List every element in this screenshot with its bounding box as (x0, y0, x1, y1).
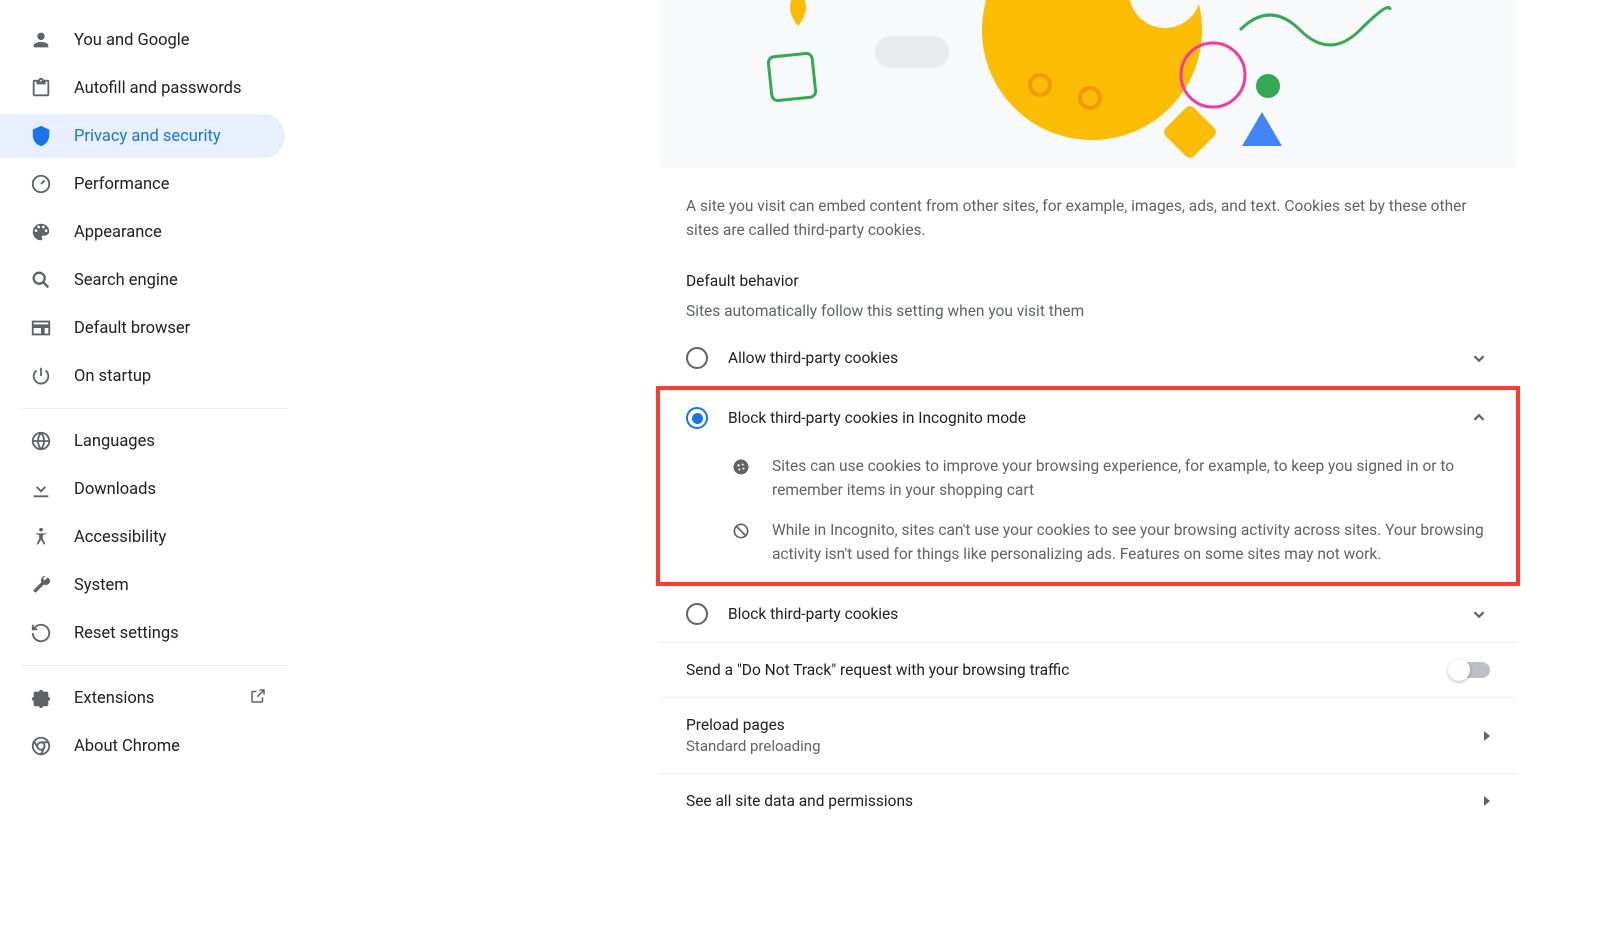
chrome-icon (30, 735, 52, 757)
dnt-toggle[interactable] (1450, 662, 1490, 678)
sidebar-item-label: Extensions (74, 689, 154, 708)
extension-icon (30, 687, 52, 709)
sidebar-item-performance[interactable]: Performance (0, 162, 285, 206)
preload-row[interactable]: Preload pages Standard preloading (660, 697, 1516, 773)
dnt-label: Send a "Do Not Track" request with your … (686, 661, 1450, 679)
restore-icon (30, 622, 52, 644)
sidebar-item-you-and-google[interactable]: You and Google (0, 18, 285, 62)
sidebar-item-label: Reset settings (74, 624, 179, 643)
option-allow-third-party[interactable]: Allow third-party cookies (660, 330, 1516, 386)
block-icon (730, 520, 752, 542)
sidebar-item-about-chrome[interactable]: About Chrome (0, 724, 285, 768)
sidebar-item-privacy-security[interactable]: Privacy and security (0, 114, 285, 158)
sidebar-item-label: About Chrome (74, 737, 180, 756)
sidebar-item-system[interactable]: System (0, 563, 285, 607)
wrench-icon (30, 574, 52, 596)
power-icon (30, 365, 52, 387)
option-label: Block third-party cookies (728, 605, 898, 623)
preload-title: Preload pages (686, 716, 1484, 734)
globe-icon (30, 430, 52, 452)
preload-sub: Standard preloading (686, 737, 1484, 755)
dnt-row[interactable]: Send a "Do Not Track" request with your … (660, 642, 1516, 697)
sidebar-item-label: Autofill and passwords (74, 79, 242, 98)
option-block-third-party[interactable]: Block third-party cookies (660, 586, 1516, 642)
hero-illustration (660, 0, 1516, 168)
option-block-incognito[interactable]: Block third-party cookies in Incognito m… (660, 390, 1516, 446)
sidebar-item-label: Appearance (74, 223, 162, 242)
chevron-down-icon[interactable] (1468, 603, 1490, 625)
cookie-icon (730, 456, 752, 478)
settings-sidebar: You and Google Autofill and passwords Pr… (0, 0, 310, 934)
default-behavior-title: Default behavior (660, 242, 1516, 290)
sidebar-divider (22, 408, 288, 409)
see-all-label: See all site data and permissions (686, 792, 1484, 810)
settings-card: A site you visit can embed content from … (660, 0, 1516, 934)
sidebar-item-autofill[interactable]: Autofill and passwords (0, 66, 285, 110)
shield-icon (30, 125, 52, 147)
sidebar-item-label: Accessibility (74, 528, 166, 547)
search-icon (30, 269, 52, 291)
sidebar-item-label: Privacy and security (74, 127, 221, 146)
sidebar-item-label: On startup (74, 367, 151, 386)
arrow-right-icon (1484, 796, 1490, 806)
sidebar-item-label: Default browser (74, 319, 190, 338)
sidebar-item-extensions[interactable]: Extensions (0, 676, 285, 720)
option-label: Allow third-party cookies (728, 349, 898, 367)
speedometer-icon (30, 173, 52, 195)
sidebar-item-accessibility[interactable]: Accessibility (0, 515, 285, 559)
radio-checked-icon[interactable] (686, 407, 708, 429)
intro-text: A site you visit can embed content from … (660, 168, 1516, 242)
highlighted-selection: Block third-party cookies in Incognito m… (656, 386, 1520, 586)
chevron-down-icon[interactable] (1468, 347, 1490, 369)
radio-unchecked-icon[interactable] (686, 603, 708, 625)
option-detail: Sites can use cookies to improve your br… (660, 446, 1516, 510)
sidebar-item-label: Search engine (74, 271, 178, 290)
sidebar-item-languages[interactable]: Languages (0, 419, 285, 463)
sidebar-item-label: You and Google (74, 31, 190, 50)
arrow-right-icon (1484, 731, 1490, 741)
detail-text: While in Incognito, sites can't use your… (772, 518, 1490, 566)
clipboard-icon (30, 77, 52, 99)
sidebar-item-label: System (74, 576, 129, 595)
sidebar-item-default-browser[interactable]: Default browser (0, 306, 285, 350)
sidebar-item-label: Performance (74, 175, 169, 194)
option-label: Block third-party cookies in Incognito m… (728, 409, 1026, 427)
chevron-up-icon[interactable] (1468, 407, 1490, 429)
see-all-row[interactable]: See all site data and permissions (660, 773, 1516, 828)
download-icon (30, 478, 52, 500)
main-content: A site you visit can embed content from … (310, 0, 1600, 934)
sidebar-divider (22, 665, 288, 666)
radio-unchecked-icon[interactable] (686, 347, 708, 369)
sidebar-item-search-engine[interactable]: Search engine (0, 258, 285, 302)
sidebar-item-appearance[interactable]: Appearance (0, 210, 285, 254)
browser-window-icon (30, 317, 52, 339)
option-detail: While in Incognito, sites can't use your… (660, 510, 1516, 582)
sidebar-item-on-startup[interactable]: On startup (0, 354, 285, 398)
sidebar-item-label: Languages (74, 432, 155, 451)
default-behavior-sub: Sites automatically follow this setting … (660, 290, 1516, 330)
sidebar-item-reset-settings[interactable]: Reset settings (0, 611, 285, 655)
accessibility-icon (30, 526, 52, 548)
detail-text: Sites can use cookies to improve your br… (772, 454, 1490, 502)
sidebar-item-label: Downloads (74, 480, 156, 499)
palette-icon (30, 221, 52, 243)
sidebar-item-downloads[interactable]: Downloads (0, 467, 285, 511)
open-external-icon (249, 687, 267, 710)
person-icon (30, 29, 52, 51)
